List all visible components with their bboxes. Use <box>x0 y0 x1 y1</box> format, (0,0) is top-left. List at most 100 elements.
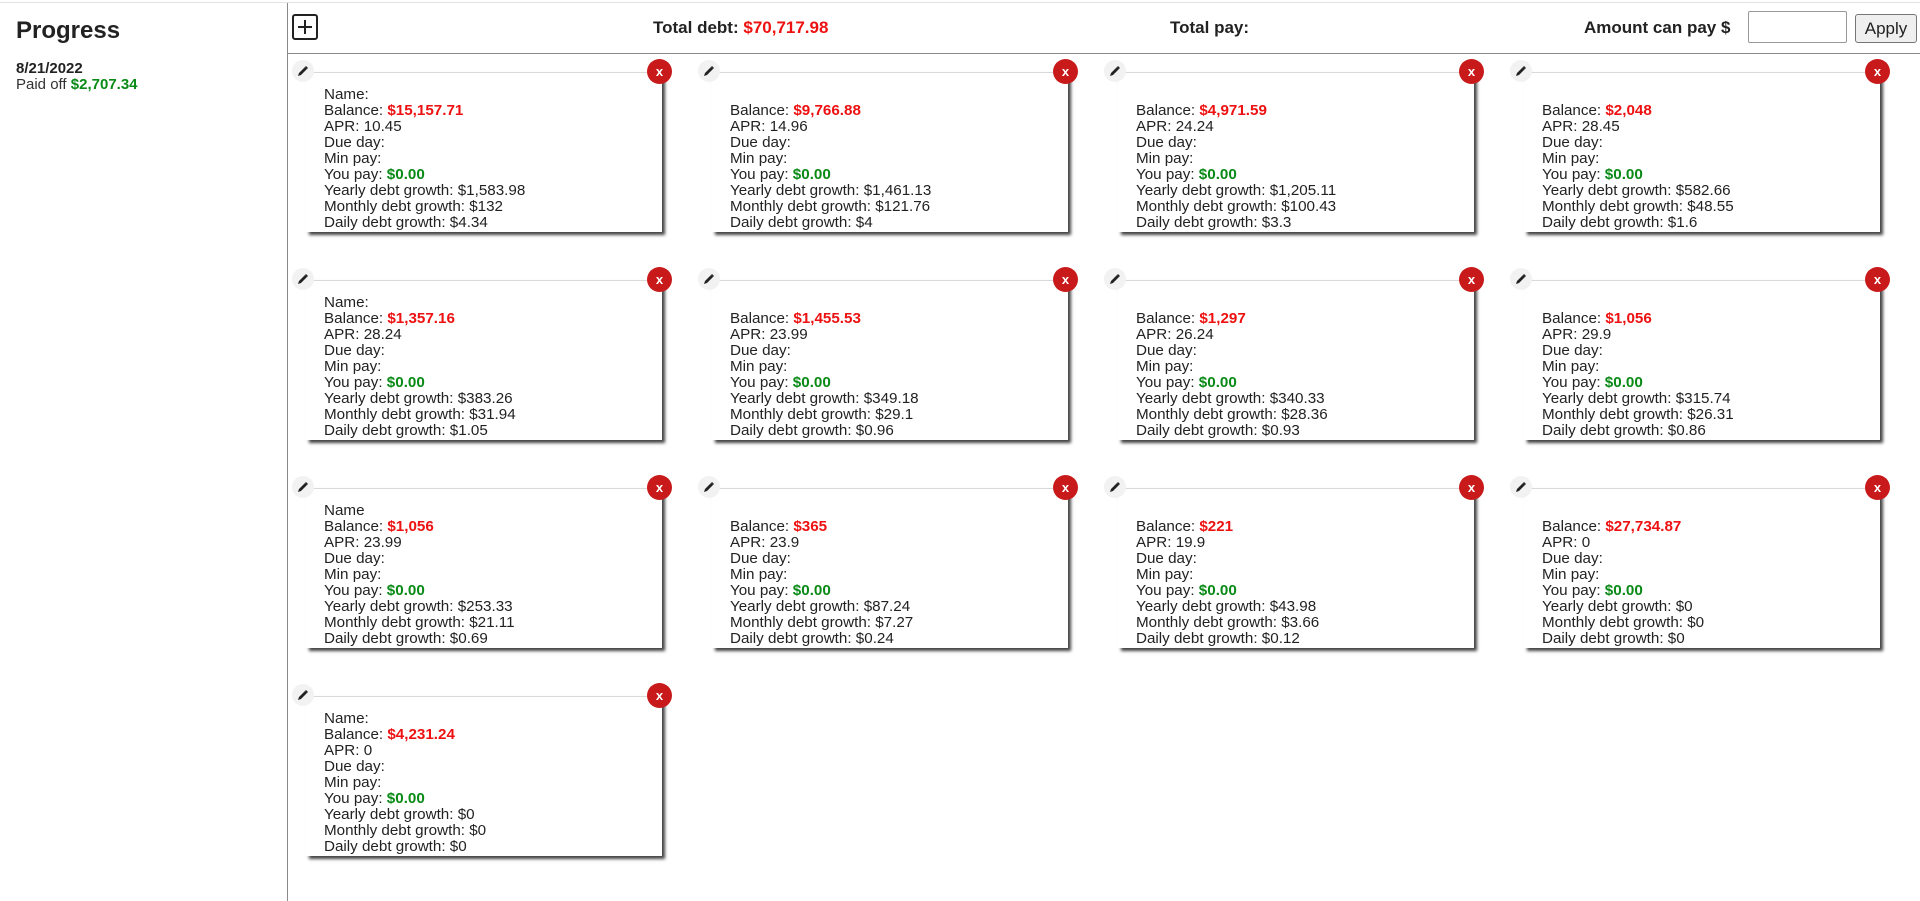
delete-debt-button[interactable]: x <box>1865 475 1890 500</box>
you-pay-label: You pay: <box>1542 166 1601 183</box>
debt-due-day-row: Due day: <box>1136 551 1319 567</box>
debt-name-row-empty <box>1542 295 1734 311</box>
edit-pencil-icon[interactable] <box>1510 268 1532 290</box>
yearly-growth-label: Yearly debt growth: <box>730 182 860 199</box>
yearly-growth-label: Yearly debt growth: <box>324 598 454 615</box>
debt-details: Balance: $221 APR: 19.9 Due day: Min pay: Yo… <box>1136 503 1319 647</box>
debt-details: Balance: $27,734.87 APR: 0 Due day: Min pay… <box>1542 503 1704 647</box>
monthly-growth-label: Monthly debt growth: <box>730 406 871 423</box>
edit-pencil-icon[interactable] <box>1104 268 1126 290</box>
balance-label: Balance: <box>1136 310 1196 327</box>
debt-you-pay-row: You pay: $0.00 <box>1542 583 1704 599</box>
debt-details: Name: Balance: $1,357.16 APR: 28.24 Due day… <box>324 295 516 439</box>
yearly-growth-value: $1,205.11 <box>1269 182 1337 199</box>
debt-balance-row: Balance: $1,056 <box>1542 311 1734 327</box>
you-pay-label: You pay: <box>730 582 789 599</box>
monthly-growth-value: $0 <box>469 822 487 839</box>
debt-min-pay-row: Min pay: <box>324 775 486 791</box>
delete-debt-button[interactable]: x <box>647 475 672 500</box>
daily-growth-label: Daily debt growth: <box>1542 214 1664 231</box>
edit-pencil-icon[interactable] <box>1104 60 1126 82</box>
delete-debt-button[interactable]: x <box>647 59 672 84</box>
debt-balance-row: Balance: $1,297 <box>1136 311 1328 327</box>
debt-yearly-growth-row: Yearly debt growth: $582.66 <box>1542 183 1734 199</box>
debt-card: x Balance: $1,455.53 APR: 23.99 Due day: Min… <box>694 266 1078 444</box>
delete-debt-button[interactable]: x <box>647 267 672 292</box>
delete-debt-button[interactable]: x <box>1459 475 1484 500</box>
delete-debt-button[interactable]: x <box>1459 59 1484 84</box>
card-top-divider <box>1118 280 1474 281</box>
edit-pencil-icon[interactable] <box>292 60 314 82</box>
debt-name-row-empty <box>1542 503 1704 519</box>
debt-name-row-empty <box>730 87 931 103</box>
debt-you-pay-row: You pay: $0.00 <box>324 375 516 391</box>
daily-growth-label: Daily debt growth: <box>730 630 852 647</box>
debt-details: Name: Balance: $15,157.71 APR: 10.45 Due da… <box>324 87 525 231</box>
delete-debt-button[interactable]: x <box>1865 267 1890 292</box>
balance-label: Balance: <box>730 518 790 535</box>
debt-balance-row: Balance: $15,157.71 <box>324 103 525 119</box>
debt-monthly-growth-row: Monthly debt growth: $100.43 <box>1136 199 1336 215</box>
delete-debt-button[interactable]: x <box>647 683 672 708</box>
debt-yearly-growth-row: Yearly debt growth: $43.98 <box>1136 599 1319 615</box>
yearly-growth-label: Yearly debt growth: <box>1542 598 1672 615</box>
apr-label: APR: <box>730 118 766 135</box>
you-pay-value: $0.00 <box>1198 374 1237 391</box>
debt-min-pay-row: Min pay: <box>730 567 913 583</box>
yearly-growth-label: Yearly debt growth: <box>324 182 454 199</box>
debt-details: Balance: $1,297 APR: 26.24 Due day: Min pay… <box>1136 295 1328 439</box>
monthly-growth-label: Monthly debt growth: <box>730 198 871 215</box>
delete-debt-button[interactable]: x <box>1459 267 1484 292</box>
min-pay-label: Min pay: <box>1136 566 1194 583</box>
debt-apr-row: APR: 0 <box>324 743 486 759</box>
yearly-growth-value: $383.26 <box>457 390 513 407</box>
balance-value: $1,455.53 <box>793 310 861 327</box>
min-pay-label: Min pay: <box>1542 150 1600 167</box>
min-pay-label: Min pay: <box>324 566 382 583</box>
card-top-divider <box>1524 280 1880 281</box>
debt-yearly-growth-row: Yearly debt growth: $87.24 <box>730 599 913 615</box>
monthly-growth-label: Monthly debt growth: <box>324 822 465 839</box>
edit-pencil-icon[interactable] <box>292 476 314 498</box>
debt-card: x Balance: $4,971.59 APR: 24.24 Due day: Min… <box>1100 58 1484 236</box>
balance-label: Balance: <box>1542 518 1602 535</box>
edit-pencil-icon[interactable] <box>1510 476 1532 498</box>
delete-debt-button[interactable]: x <box>1053 59 1078 84</box>
delete-debt-button[interactable]: x <box>1053 475 1078 500</box>
you-pay-value: $0.00 <box>792 166 831 183</box>
monthly-growth-value: $26.31 <box>1687 406 1734 423</box>
debt-yearly-growth-row: Yearly debt growth: $1,583.98 <box>324 183 525 199</box>
you-pay-value: $0.00 <box>386 166 425 183</box>
debt-daily-growth-row: Daily debt growth: $3.3 <box>1136 215 1336 231</box>
debt-details: Balance: $2,048 APR: 28.45 Due day: Min pay… <box>1542 87 1734 231</box>
edit-pencil-icon[interactable] <box>698 60 720 82</box>
daily-growth-value: $0 <box>1667 630 1685 647</box>
you-pay-label: You pay: <box>324 166 383 183</box>
apr-label: APR: <box>1542 326 1578 343</box>
edit-pencil-icon[interactable] <box>698 268 720 290</box>
daily-growth-value: $0.86 <box>1667 422 1706 439</box>
apr-value: 29.9 <box>1581 326 1612 343</box>
delete-debt-button[interactable]: x <box>1053 267 1078 292</box>
debt-due-day-row: Due day: <box>324 551 515 567</box>
balance-label: Balance: <box>324 310 384 327</box>
debt-min-pay-row: Min pay: <box>324 151 525 167</box>
edit-pencil-icon[interactable] <box>292 684 314 706</box>
debt-daily-growth-row: Daily debt growth: $1.05 <box>324 423 516 439</box>
daily-growth-label: Daily debt growth: <box>1136 214 1258 231</box>
edit-pencil-icon[interactable] <box>292 268 314 290</box>
edit-pencil-icon[interactable] <box>698 476 720 498</box>
monthly-growth-value: $48.55 <box>1687 198 1734 215</box>
debt-apr-row: APR: 24.24 <box>1136 119 1336 135</box>
card-top-divider <box>306 280 662 281</box>
debt-daily-growth-row: Daily debt growth: $0 <box>324 839 486 855</box>
yearly-growth-value: $43.98 <box>1269 598 1317 615</box>
edit-pencil-icon[interactable] <box>1104 476 1126 498</box>
daily-growth-label: Daily debt growth: <box>324 630 446 647</box>
debt-monthly-growth-row: Monthly debt growth: $121.76 <box>730 199 931 215</box>
monthly-growth-value: $3.66 <box>1281 614 1320 631</box>
debt-due-day-row: Due day: <box>324 135 525 151</box>
edit-pencil-icon[interactable] <box>1510 60 1532 82</box>
debt-card-grid: x Name: Balance: $15,157.71 APR: 10.45 Due d… <box>0 0 1920 901</box>
delete-debt-button[interactable]: x <box>1865 59 1890 84</box>
